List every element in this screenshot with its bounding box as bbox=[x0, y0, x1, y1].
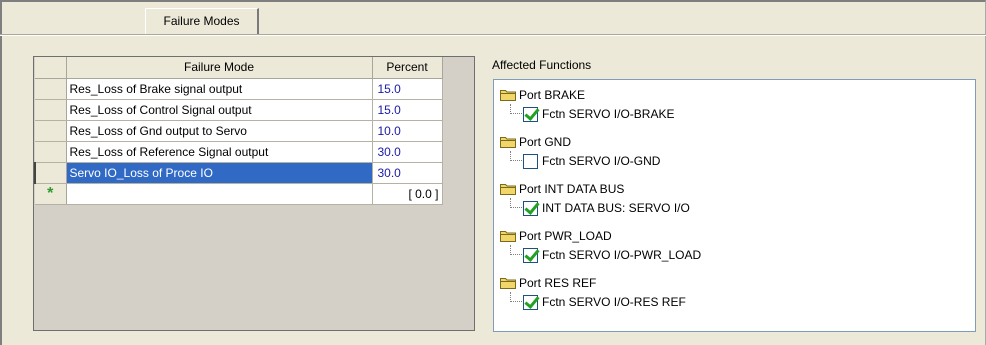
column-header-failure-mode[interactable]: Failure Mode bbox=[66, 57, 373, 79]
percent-cell[interactable]: 15.0 bbox=[372, 78, 443, 100]
table-row[interactable]: Res_Loss of Reference Signal output 30.0 bbox=[35, 141, 443, 163]
tree-node-port-brake: Port BRAKE Fctn SERVO I/O-BRAKE bbox=[500, 86, 674, 124]
failure-mode-cell[interactable]: Res_Loss of Gnd output to Servo bbox=[66, 120, 373, 142]
function-item[interactable]: Fctn SERVO I/O-BRAKE bbox=[500, 104, 674, 124]
percent-cell[interactable]: 30.0 bbox=[372, 141, 443, 163]
row-header[interactable] bbox=[35, 99, 67, 121]
function-label: Fctn SERVO I/O-RES REF bbox=[542, 295, 686, 309]
checkbox[interactable] bbox=[523, 200, 538, 216]
column-header-percent[interactable]: Percent bbox=[372, 57, 443, 79]
tree-connector bbox=[510, 292, 522, 302]
checkbox[interactable] bbox=[523, 294, 538, 310]
port-item[interactable]: Port GND bbox=[500, 133, 660, 151]
asterisk-icon[interactable]: * bbox=[35, 183, 67, 205]
failure-mode-cell[interactable]: Res_Loss of Reference Signal output bbox=[66, 141, 373, 163]
checkbox[interactable] bbox=[523, 106, 538, 122]
tree-node-port-pwr-load: Port PWR_LOAD Fctn SERVO I/O-PWR_LOAD bbox=[500, 227, 701, 265]
port-item[interactable]: Port BRAKE bbox=[500, 86, 674, 104]
port-label: Port INT DATA BUS bbox=[519, 182, 625, 196]
function-label: Fctn SERVO I/O-BRAKE bbox=[542, 107, 675, 121]
tree-connector bbox=[510, 151, 522, 161]
folder-icon bbox=[500, 90, 516, 101]
tab-failure-modes[interactable]: Failure Modes bbox=[145, 8, 259, 34]
tab-divider-highlight bbox=[0, 35, 986, 36]
row-header-current[interactable] bbox=[34, 162, 67, 184]
table-row[interactable]: Res_Loss of Control Signal output 15.0 bbox=[35, 99, 443, 121]
affected-functions-tree: Port BRAKE Fctn SERVO I/O-BRAKE Port GND… bbox=[493, 79, 976, 332]
folder-icon bbox=[500, 278, 516, 289]
folder-icon bbox=[500, 184, 516, 195]
port-label: Port GND bbox=[519, 135, 572, 149]
row-header[interactable] bbox=[35, 78, 67, 100]
row-header[interactable] bbox=[35, 120, 67, 142]
table-row[interactable]: Res_Loss of Brake signal output 15.0 bbox=[35, 78, 443, 100]
port-label: Port PWR_LOAD bbox=[519, 229, 612, 243]
tree-connector bbox=[510, 245, 522, 255]
failure-mode-grid: Failure Mode Percent Res_Loss of Brake s… bbox=[33, 56, 475, 331]
affected-functions-label: Affected Functions bbox=[492, 58, 592, 72]
function-item[interactable]: Fctn SERVO I/O-PWR_LOAD bbox=[500, 245, 701, 265]
failure-mode-cell[interactable]: Res_Loss of Control Signal output bbox=[66, 99, 373, 121]
tree-node-port-int-data-bus: Port INT DATA BUS INT DATA BUS: SERVO I/… bbox=[500, 180, 690, 218]
percent-cell[interactable]: 15.0 bbox=[372, 99, 443, 121]
folder-icon bbox=[500, 137, 516, 148]
new-row[interactable]: * [ 0.0 ] bbox=[35, 183, 443, 205]
table-row[interactable]: Res_Loss of Gnd output to Servo 10.0 bbox=[35, 120, 443, 142]
port-label: Port BRAKE bbox=[519, 88, 586, 102]
function-item[interactable]: Fctn SERVO I/O-GND bbox=[500, 151, 660, 171]
percent-cell[interactable]: 30.0 bbox=[372, 162, 443, 184]
folder-icon bbox=[500, 231, 516, 242]
function-item[interactable]: Fctn SERVO I/O-RES REF bbox=[500, 292, 686, 312]
new-percent-cell[interactable]: [ 0.0 ] bbox=[372, 183, 443, 205]
checkbox[interactable] bbox=[523, 247, 538, 263]
port-label: Port RES REF bbox=[519, 276, 597, 290]
port-item[interactable]: Port PWR_LOAD bbox=[500, 227, 701, 245]
row-header[interactable] bbox=[35, 141, 67, 163]
function-label: INT DATA BUS: SERVO I/O bbox=[542, 201, 690, 215]
table-row-selected[interactable]: Servo IO_Loss of Proce IO 30.0 bbox=[34, 162, 443, 184]
function-label: Fctn SERVO I/O-GND bbox=[542, 154, 661, 168]
tree-node-port-gnd: Port GND Fctn SERVO I/O-GND bbox=[500, 133, 660, 171]
new-failure-mode-cell[interactable] bbox=[66, 183, 373, 205]
grid-corner[interactable] bbox=[35, 57, 67, 79]
failure-mode-cell[interactable]: Res_Loss of Brake signal output bbox=[66, 78, 373, 100]
tree-node-port-res-ref: Port RES REF Fctn SERVO I/O-RES REF bbox=[500, 274, 686, 312]
function-item[interactable]: INT DATA BUS: SERVO I/O bbox=[500, 198, 690, 218]
tree-connector bbox=[510, 198, 522, 208]
function-label: Fctn SERVO I/O-PWR_LOAD bbox=[542, 248, 702, 262]
port-item[interactable]: Port INT DATA BUS bbox=[500, 180, 690, 198]
checkbox[interactable] bbox=[523, 153, 538, 169]
failure-mode-cell[interactable]: Servo IO_Loss of Proce IO bbox=[66, 162, 373, 184]
port-item[interactable]: Port RES REF bbox=[500, 274, 686, 292]
tree-connector bbox=[510, 104, 522, 114]
percent-cell[interactable]: 10.0 bbox=[372, 120, 443, 142]
